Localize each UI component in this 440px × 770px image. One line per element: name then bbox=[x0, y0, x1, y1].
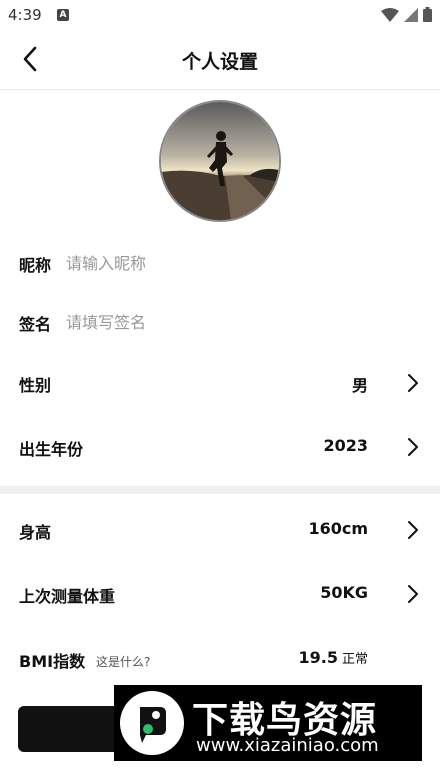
chevron-right-icon bbox=[408, 438, 418, 456]
status-icons bbox=[381, 7, 432, 22]
gender-label: 性别 bbox=[19, 376, 52, 395]
signature-row: 签名 bbox=[0, 297, 440, 347]
page-title: 个人设置 bbox=[181, 51, 258, 73]
chevron-right-icon bbox=[408, 374, 418, 392]
height-value: 160cm bbox=[308, 519, 368, 538]
avatar[interactable] bbox=[159, 100, 281, 222]
height-row[interactable]: 身高 160cm bbox=[0, 505, 440, 555]
height-label: 身高 bbox=[19, 523, 52, 542]
bmi-row: BMI指数 这是什么? 19.5 正常 bbox=[0, 634, 440, 684]
status-time: 4:39 bbox=[8, 6, 42, 24]
nav-bar: 个人设置 bbox=[0, 30, 440, 90]
bmi-label: BMI指数 bbox=[19, 652, 86, 671]
birth-year-row[interactable]: 出生年份 2023 bbox=[0, 422, 440, 472]
bmi-value: 19.5 bbox=[298, 648, 338, 667]
watermark: 下载鸟资源 www.xiazainiao.com bbox=[114, 685, 422, 761]
wifi-icon bbox=[381, 7, 399, 22]
weight-label: 上次测量体重 bbox=[19, 587, 116, 606]
watermark-logo bbox=[120, 691, 184, 755]
gender-value: 男 bbox=[351, 376, 368, 395]
birth-year-value: 2023 bbox=[323, 436, 368, 455]
bmi-value-group: 19.5 正常 bbox=[299, 648, 369, 667]
notification-icon: A bbox=[57, 9, 69, 21]
cell-signal-icon bbox=[404, 7, 418, 22]
nickname-row: 昵称 bbox=[0, 238, 440, 288]
chevron-right-icon bbox=[408, 585, 418, 603]
battery-icon bbox=[423, 7, 432, 22]
status-bar: 4:39 A bbox=[0, 0, 440, 30]
bmi-help-link[interactable]: 这是什么? bbox=[96, 653, 150, 670]
avatar-image bbox=[161, 102, 279, 220]
watermark-url: www.xiazainiao.com bbox=[196, 735, 379, 756]
nickname-label: 昵称 bbox=[19, 256, 52, 275]
signature-label: 签名 bbox=[19, 315, 52, 334]
bird-logo-icon bbox=[140, 707, 166, 743]
weight-row[interactable]: 上次测量体重 50KG bbox=[0, 569, 440, 619]
signature-input[interactable] bbox=[66, 307, 406, 337]
section-divider bbox=[0, 486, 440, 494]
gender-row[interactable]: 性别 男 bbox=[0, 358, 440, 408]
chevron-right-icon bbox=[408, 521, 418, 539]
birth-year-label: 出生年份 bbox=[19, 440, 84, 459]
weight-value: 50KG bbox=[320, 583, 368, 602]
bmi-status: 正常 bbox=[341, 652, 368, 667]
nickname-input[interactable] bbox=[66, 248, 406, 278]
